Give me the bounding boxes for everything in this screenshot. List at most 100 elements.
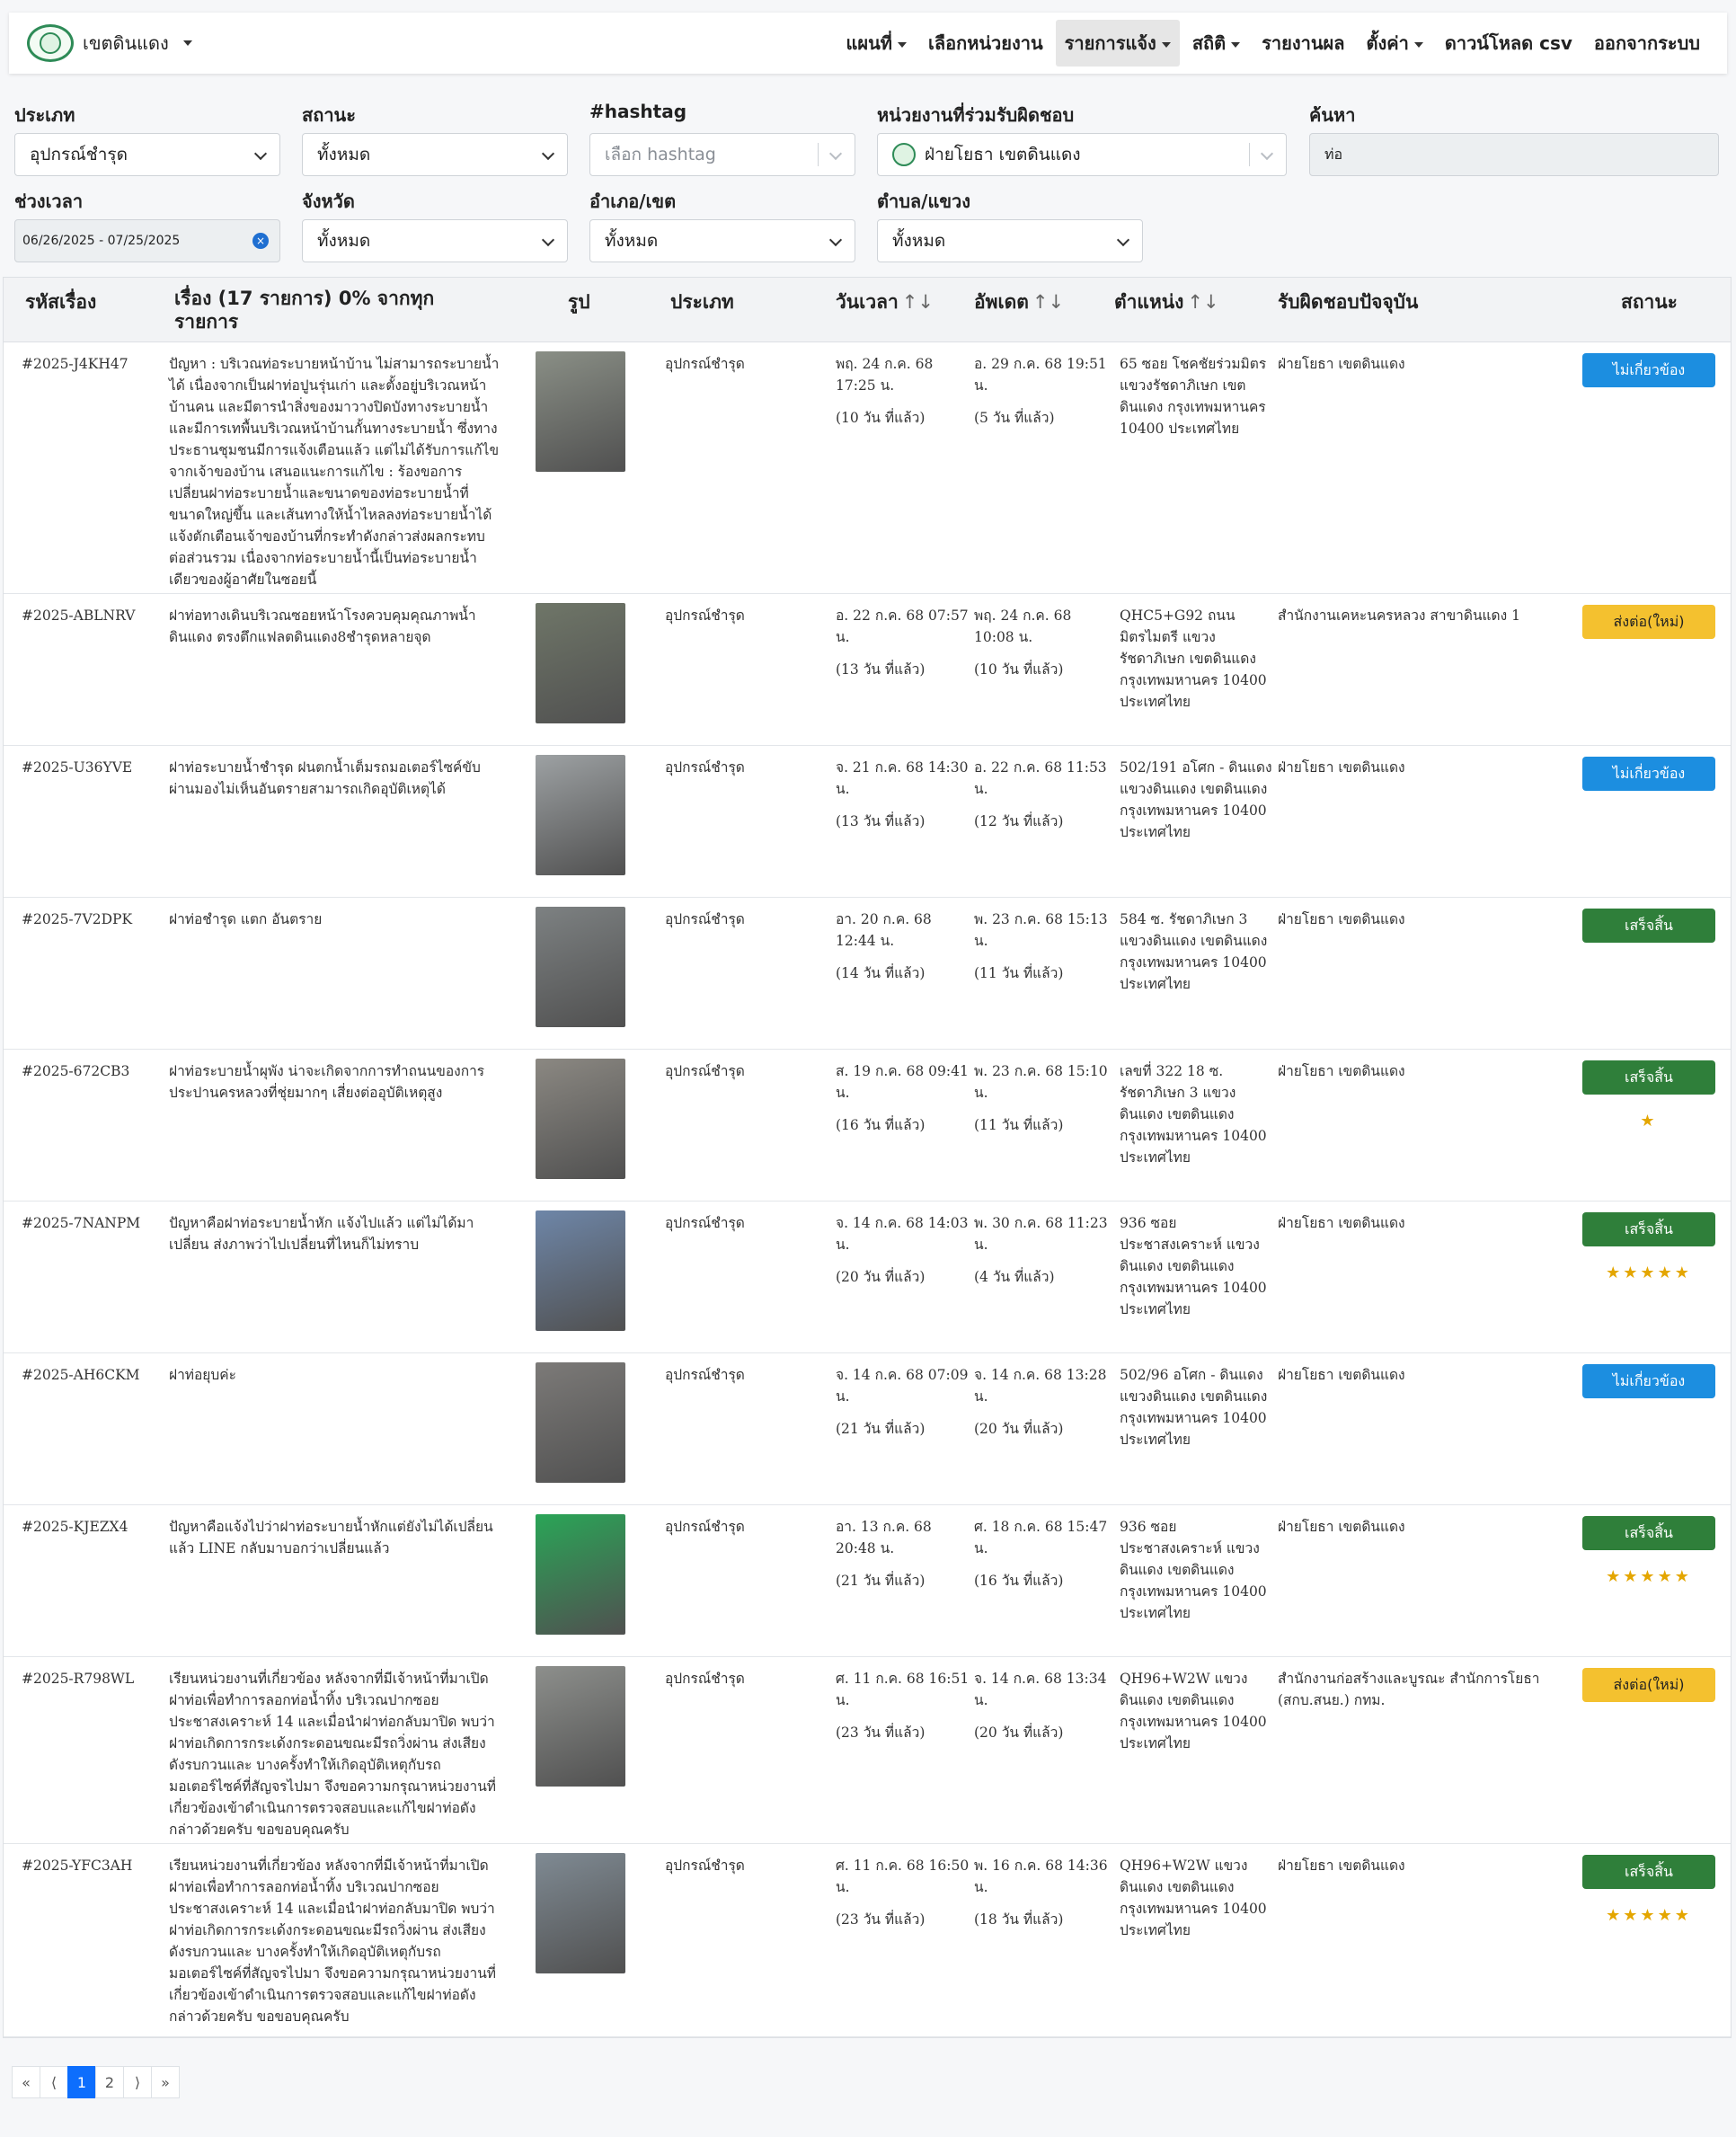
pagination-first-button[interactable]: « [12,2066,40,2098]
report-photo[interactable] [536,907,625,1027]
col-header-status[interactable]: สถานะ [1621,290,1678,314]
table-row[interactable]: #2025-YFC3AH เรียนหน่วยงานที่เกี่ยวข้อง ห… [4,1844,1731,2037]
status-select[interactable]: ทั้งหมด [302,133,568,176]
nav-item-1[interactable]: เลือกหน่วยงาน [919,20,1052,67]
report-photo[interactable] [536,1362,625,1483]
status-badge[interactable]: เสร็จสิ้น [1582,1212,1715,1246]
type-select[interactable]: อุปกรณ์ชำรุด [14,133,280,176]
report-photo[interactable] [536,1666,625,1787]
report-title[interactable]: เรียนหน่วยงานที่เกี่ยวข้อง หลังจากที่มีเ… [169,1668,501,1840]
status-filter-label: สถานะ [302,104,356,126]
col-header-id[interactable]: รหัสเรื่อง [25,290,96,314]
table-row[interactable]: #2025-672CB3 ฝาท่อระบายน้ำผุพัง น่าจะเกิด… [4,1050,1731,1202]
report-status: เสร็จสิ้น [1582,909,1715,959]
report-title[interactable]: ปัญหาคือแจ้งไปว่าฝาท่อระบายน้ำหักแต่ยังไ… [169,1516,501,1559]
report-updated: พ. 23 ก.ค. 68 15:10 น. (11 วัน ที่แล้ว) [974,1060,1109,1136]
nav-item-4[interactable]: รายงานผล [1253,20,1353,67]
report-title[interactable]: ฝาท่อทางเดินบริเวณซอยหน้าโรงควบคุมคุณภาพ… [169,605,501,648]
pagination-prev-button[interactable]: ⟨ [40,2066,68,2098]
report-title[interactable]: เรียนหน่วยงานที่เกี่ยวข้อง หลังจากที่มีเ… [169,1855,501,2027]
report-type: อุปกรณ์ชำรุด [665,1671,745,1687]
subdistrict-select[interactable]: ทั้งหมด [877,219,1143,262]
report-id[interactable]: #2025-7NANPM [22,1212,165,1234]
report-id[interactable]: #2025-672CB3 [22,1060,165,1082]
table-row[interactable]: #2025-R798WL เรียนหน่วยงานที่เกี่ยวข้อง ห… [4,1657,1731,1844]
sort-icon[interactable]: ↑↓ [1032,291,1064,313]
status-badge[interactable]: ไม่เกี่ยวข้อง [1582,757,1715,791]
status-badge[interactable]: ส่งต่อ(ใหม่) [1582,605,1715,639]
district-select[interactable]: ทั้งหมด [589,219,855,262]
col-header-date[interactable]: วันเวลา ↑↓ [836,290,934,314]
report-photo[interactable] [536,603,625,723]
col-header-updated[interactable]: อัพเดต ↑↓ [974,290,1064,314]
report-photo[interactable] [536,1514,625,1635]
hashtag-filter: #hashtag เลือก hashtag [589,101,855,176]
hashtag-select[interactable]: เลือก hashtag [589,133,855,176]
report-title[interactable]: ฝาท่อยุบค่ะ [169,1364,501,1386]
report-id[interactable]: #2025-YFC3AH [22,1855,165,1876]
report-title[interactable]: ปัญหาคือฝาท่อระบายน้ำหัก แจ้งไปแล้ว แต่ไ… [169,1212,501,1255]
pagination-last-button[interactable]: » [151,2066,180,2098]
nav-item-7[interactable]: ออกจากระบบ [1585,20,1709,67]
report-date: ศ. 11 ก.ค. 68 16:50 น. (23 วัน ที่แล้ว) [836,1855,970,1930]
sort-icon[interactable]: ↑↓ [1187,291,1218,313]
table-row[interactable]: #2025-KJEZX4 ปัญหาคือแจ้งไปว่าฝาท่อระบายน… [4,1505,1731,1657]
report-id[interactable]: #2025-U36YVE [22,757,165,778]
pagination-next-button[interactable]: ⟩ [123,2066,152,2098]
chevron-down-icon [1161,41,1171,48]
col-header-type[interactable]: ประเภท [670,290,734,314]
nav-item-0[interactable]: แผนที่ [837,20,916,67]
report-photo[interactable] [536,755,625,875]
table-row[interactable]: #2025-AH6CKM ฝาท่อยุบค่ะ อุปกรณ์ชำรุด จ. 14… [4,1353,1731,1505]
table-row[interactable]: #2025-7V2DPK ฝาท่อชำรุด แตก อันตราย อุปกรณ… [4,898,1731,1050]
status-badge[interactable]: ไม่เกี่ยวข้อง [1582,353,1715,387]
bangkok-seal-icon [892,143,916,166]
col-header-title[interactable]: เรื่อง (17 รายการ) 0% จากทุกรายการ [174,287,462,333]
report-photo[interactable] [536,351,625,472]
nav-item-6[interactable]: ดาวน์โหลด csv [1436,20,1581,67]
nav-item-2[interactable]: รายการแจ้ง [1055,20,1180,67]
status-badge[interactable]: เสร็จสิ้น [1582,909,1715,943]
pagination-page-1[interactable]: 1 [67,2066,96,2098]
report-date-relative: (14 วัน ที่แล้ว) [836,965,926,981]
table-row[interactable]: #2025-7NANPM ปัญหาคือฝาท่อระบายน้ำหัก แจ้… [4,1202,1731,1353]
unit-select[interactable]: ฝ่ายโยธา เขตดินแดง [877,133,1287,176]
report-title[interactable]: ฝาท่อชำรุด แตก อันตราย [169,909,501,930]
report-id[interactable]: #2025-KJEZX4 [22,1516,165,1538]
unit-filter: หน่วยงานที่ร่วมรับผิดชอบ ฝ่ายโยธา เขตดิน… [877,101,1287,176]
report-date-relative: (23 วัน ที่แล้ว) [836,1911,926,1928]
report-photo[interactable] [536,1059,625,1179]
clear-icon[interactable]: × [252,233,269,249]
status-badge[interactable]: เสร็จสิ้น [1582,1060,1715,1095]
search-input[interactable]: ท่อ [1309,133,1719,176]
col-header-responsible[interactable]: รับผิดชอบปัจจุบัน [1278,290,1418,314]
report-title[interactable]: ปัญหา : บริเวณท่อระบายหน้าบ้าน ไม่สามารถ… [169,353,501,590]
pagination-page-2[interactable]: 2 [95,2066,124,2098]
col-header-location[interactable]: ตำแหน่ง ↑↓ [1114,290,1219,314]
table-row[interactable]: #2025-J4KH47 ปัญหา : บริเวณท่อระบายหน้าบ้… [4,342,1731,594]
report-id[interactable]: #2025-7V2DPK [22,909,165,930]
status-badge[interactable]: ส่งต่อ(ใหม่) [1582,1668,1715,1702]
report-title[interactable]: ฝาท่อระบายน้ำชำรุด ฝนตกน้ำเต็มรถมอเตอร์ไ… [169,757,501,800]
status-badge[interactable]: เสร็จสิ้น [1582,1855,1715,1889]
nav-item-5[interactable]: ตั้งค่า [1357,20,1431,67]
brand-dropdown[interactable]: เขตดินแดง [27,24,192,62]
status-badge[interactable]: เสร็จสิ้น [1582,1516,1715,1550]
date-range-input[interactable]: 06/26/2025 - 07/25/2025 × [14,219,280,262]
report-id[interactable]: #2025-AH6CKM [22,1364,165,1386]
table-row[interactable]: #2025-U36YVE ฝาท่อระบายน้ำชำรุด ฝนตกน้ำเต… [4,746,1731,898]
report-id[interactable]: #2025-R798WL [22,1668,165,1689]
report-photo[interactable] [536,1853,625,1973]
table-row[interactable]: #2025-ABLNRV ฝาท่อทางเดินบริเวณซอยหน้าโรง… [4,594,1731,746]
report-id[interactable]: #2025-ABLNRV [22,605,165,626]
report-date: จ. 21 ก.ค. 68 14:30 น. (13 วัน ที่แล้ว) [836,757,970,832]
report-title[interactable]: ฝาท่อระบายน้ำผุพัง น่าจะเกิดจากการทำถนนข… [169,1060,501,1104]
sort-icon[interactable]: ↑↓ [902,291,934,313]
province-select[interactable]: ทั้งหมด [302,219,568,262]
report-photo[interactable] [536,1210,625,1331]
report-id[interactable]: #2025-J4KH47 [22,353,165,375]
report-date-relative: (10 วัน ที่แล้ว) [836,410,926,426]
nav-item-3[interactable]: สถิติ [1183,20,1249,67]
report-type: อุปกรณ์ชำรุด [665,759,745,776]
status-badge[interactable]: ไม่เกี่ยวข้อง [1582,1364,1715,1398]
